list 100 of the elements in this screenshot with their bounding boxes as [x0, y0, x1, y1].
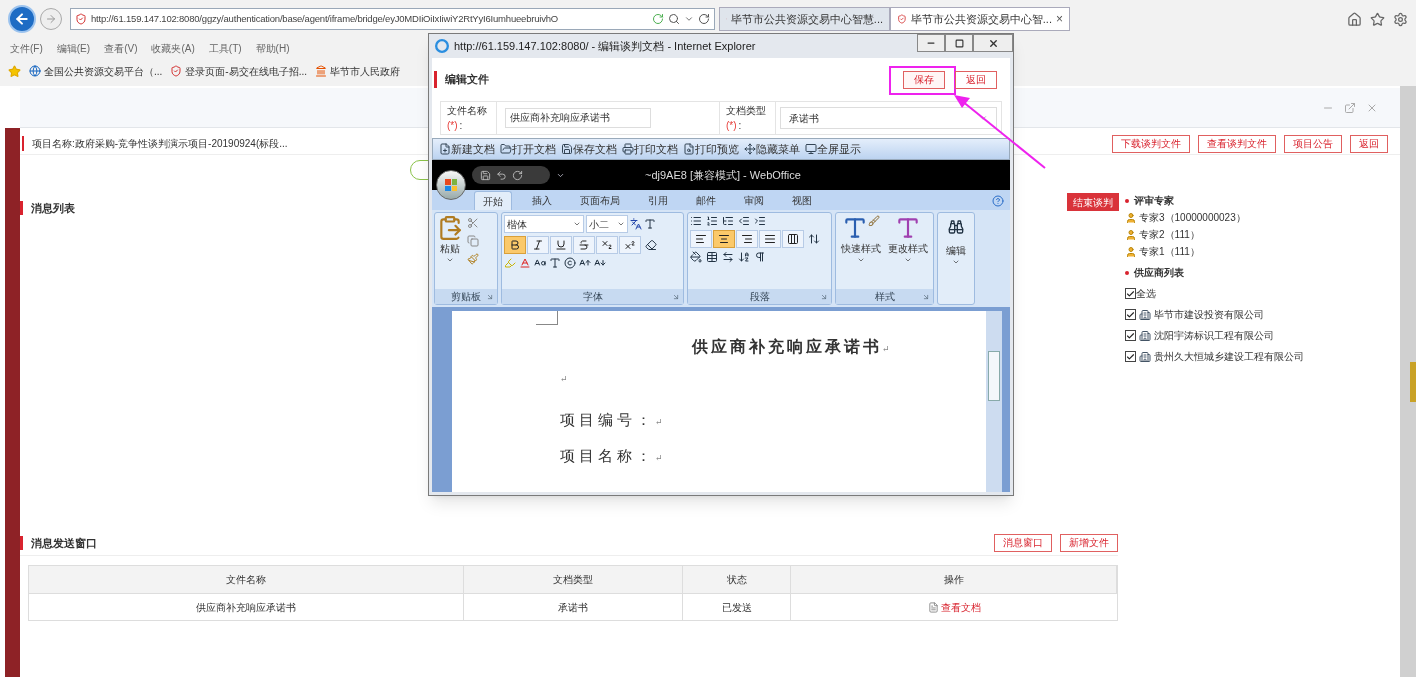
font-color-icon[interactable] [519, 257, 531, 269]
strikethrough-button[interactable] [573, 236, 595, 254]
change-case-icon[interactable] [534, 257, 546, 269]
action-button[interactable]: 消息窗口 [994, 533, 1052, 552]
document-scrollbar[interactable] [986, 311, 1002, 492]
ribbon-tab[interactable]: 开始 [474, 191, 512, 210]
distributed-button[interactable] [782, 230, 804, 248]
grow-font-icon[interactable] [579, 257, 591, 269]
binoculars-icon[interactable] [948, 219, 964, 235]
close-button[interactable] [973, 34, 1013, 52]
chevron-down-icon[interactable] [978, 113, 988, 123]
menu-item[interactable]: 文件(F) [10, 40, 43, 56]
menu-item[interactable]: 查看(V) [104, 40, 138, 56]
bold-icon[interactable] [509, 239, 521, 251]
chevron-down-icon[interactable] [903, 256, 912, 264]
chevron-down-icon[interactable] [617, 220, 625, 228]
align-center-icon[interactable] [718, 233, 730, 245]
favorite-link[interactable]: 全国公共资源交易平台（... [44, 63, 163, 79]
home-icon[interactable] [1347, 11, 1362, 27]
change-styles-button[interactable]: 更改样式 [887, 241, 928, 256]
character-border-icon[interactable] [644, 218, 656, 230]
menu-item[interactable]: 帮助(H) [255, 40, 290, 56]
favorites-star-icon[interactable] [1370, 11, 1385, 27]
close-tab-button[interactable]: × [1056, 10, 1063, 28]
ribbon-tab[interactable]: 引用 [640, 191, 676, 210]
paste-button[interactable]: 粘贴 [440, 241, 460, 256]
browser-tab[interactable]: 毕节市公共资源交易中心智... × [890, 7, 1070, 31]
font-name-select[interactable]: 楷体 [504, 215, 584, 233]
scroll-thumb[interactable] [988, 351, 1000, 401]
file-name-field[interactable]: 供应商补充响应承诺书 [505, 108, 651, 128]
document-type-select[interactable]: 承诺书 [780, 107, 997, 129]
toolbar-button[interactable]: 新建文档 [451, 140, 495, 158]
settings-icon[interactable] [1393, 11, 1408, 27]
align-left-icon[interactable] [695, 233, 707, 245]
maximize-button[interactable] [945, 34, 973, 52]
strikethrough-icon[interactable] [578, 239, 590, 251]
font-size-select[interactable]: 小二 [586, 215, 628, 233]
justify-icon[interactable] [764, 233, 776, 245]
decrease-indent-icon[interactable] [738, 215, 750, 227]
browser-tab[interactable]: 毕节市公共资源交易中心智慧... [719, 7, 890, 31]
toolbar-button[interactable]: 打开文档 [512, 140, 556, 158]
quick-styles-button[interactable]: 快速样式 [841, 241, 882, 256]
favorite-link[interactable]: 毕节市人民政府 [330, 63, 400, 79]
dropdown-icon[interactable] [446, 256, 454, 264]
checkbox[interactable] [1125, 351, 1136, 362]
paintbrush-icon[interactable] [467, 253, 479, 265]
dropdown-icon[interactable] [684, 14, 694, 24]
text-layout-icon[interactable] [722, 251, 734, 263]
italic-icon[interactable] [532, 239, 544, 251]
header-button[interactable]: 项目公告 [1284, 134, 1342, 153]
menu-item[interactable]: 工具(T) [208, 40, 242, 56]
header-button[interactable]: 查看谈判文件 [1198, 134, 1276, 153]
numbering-icon[interactable] [706, 215, 718, 227]
superscript-icon[interactable] [624, 239, 636, 251]
help-icon[interactable] [992, 195, 1004, 207]
align-right-button[interactable] [736, 230, 758, 248]
menu-item[interactable]: 编辑(E) [56, 40, 91, 56]
toolbar-button[interactable]: 全屏显示 [817, 140, 861, 158]
scroll-handle[interactable] [1410, 361, 1416, 402]
refresh-icon[interactable] [652, 13, 664, 25]
phonetic-guide-icon[interactable] [630, 218, 642, 230]
save-icon[interactable] [480, 169, 491, 181]
brush-icon[interactable] [868, 215, 881, 227]
action-button[interactable]: 新增文件 [1060, 533, 1118, 552]
paint-bucket-icon[interactable] [690, 251, 702, 263]
scissors-icon[interactable] [467, 217, 479, 229]
multilevel-list-icon[interactable] [722, 215, 734, 227]
edit-button[interactable]: 编辑 [946, 243, 966, 258]
dialog-button[interactable]: 保存 [903, 70, 945, 89]
increase-indent-icon[interactable] [754, 215, 766, 227]
view-document-link[interactable]: 查看文档 [940, 599, 981, 615]
chevron-down-icon[interactable] [857, 256, 866, 264]
header-button[interactable]: 下载谈判文件 [1112, 134, 1190, 153]
italic-button[interactable] [527, 236, 549, 254]
ribbon-tab[interactable]: 视图 [784, 191, 820, 210]
chevron-down-icon[interactable] [952, 258, 960, 266]
shrink-font-icon[interactable] [594, 257, 606, 269]
toolbar-button[interactable]: 隐藏菜单 [756, 140, 800, 158]
toolbar-button[interactable]: 保存文档 [573, 140, 617, 158]
enclosed-character-icon[interactable] [564, 257, 576, 269]
checkbox[interactable] [1125, 330, 1136, 341]
checkbox[interactable] [1125, 309, 1136, 320]
search-icon[interactable] [668, 13, 680, 25]
ribbon-tab[interactable]: 邮件 [688, 191, 724, 210]
toolbar-button[interactable]: 打印预览 [695, 140, 739, 158]
header-button[interactable]: 返回 [1350, 134, 1388, 153]
borders-icon[interactable] [706, 251, 718, 263]
bold-button[interactable] [504, 236, 526, 254]
select-all-label[interactable]: 全选 [1136, 286, 1156, 301]
checkbox[interactable] [1125, 288, 1136, 299]
ribbon-tab[interactable]: 插入 [524, 191, 560, 210]
distributed-icon[interactable] [787, 233, 799, 245]
back-arrow-icon[interactable] [14, 11, 30, 27]
menu-item[interactable]: 收藏夹(A) [151, 40, 195, 56]
bullets-icon[interactable] [690, 215, 702, 227]
reload-icon[interactable] [698, 13, 710, 25]
ribbon-tab[interactable]: 审阅 [736, 191, 772, 210]
address-bar[interactable]: http://61.159.147.102:8080/ggzy/authentication/base/agent/iframe/bridge/eyJ0MDIiOiIxIiwiY2RtYyI6IumhueebruivhO [70, 8, 715, 30]
underline-icon[interactable] [555, 239, 567, 251]
align-right-icon[interactable] [741, 233, 753, 245]
